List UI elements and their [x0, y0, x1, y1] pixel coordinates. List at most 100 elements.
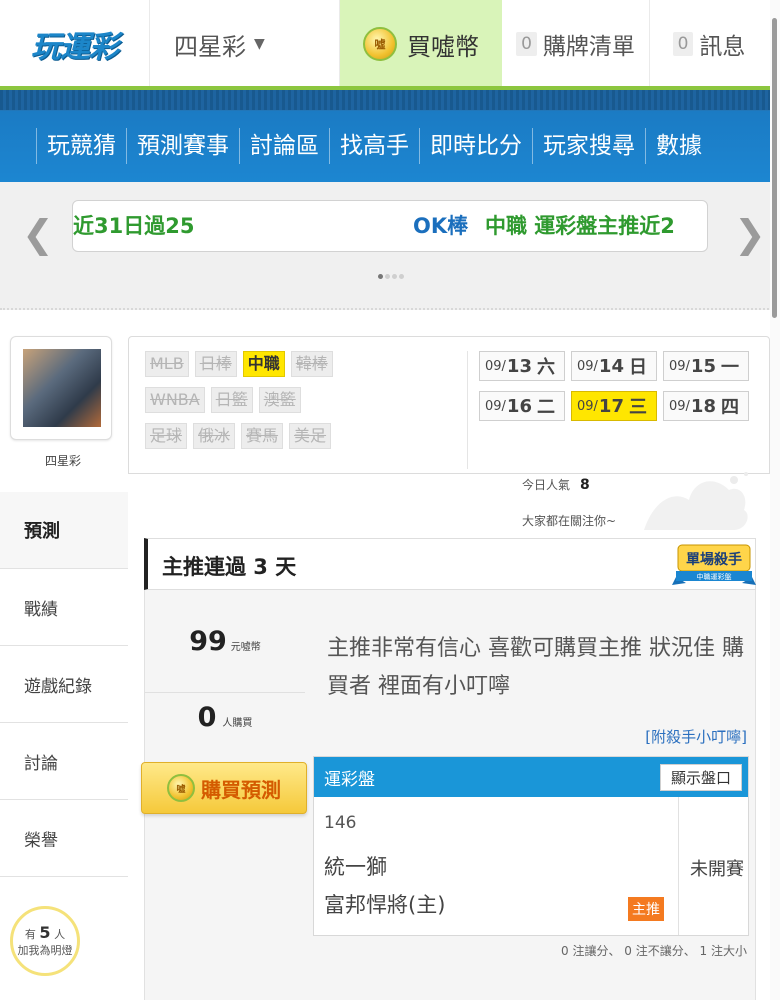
cart-button[interactable]: 0 購牌清單 — [502, 0, 650, 88]
nav-item-predict[interactable]: 預測賽事 — [126, 128, 239, 164]
carousel-dots — [378, 274, 404, 279]
popularity-subtext: 大家都在關注你~ — [522, 514, 617, 528]
bet-stats: 0 注讓分、 0 注不讓分、 1 注大小 — [561, 944, 747, 958]
nav-item-stats[interactable]: 數據 — [645, 128, 712, 164]
divider — [678, 797, 679, 935]
team-away: 統一獅 — [324, 855, 387, 879]
date-selector: 09/13 六 09/14 日 09/15 一 09/16 二 09/17 三 09/18… — [479, 351, 759, 421]
carousel-dot[interactable] — [378, 274, 383, 279]
coin-icon: 噓 — [167, 774, 195, 802]
single-game-killer-badge-icon: 單場殺手 中職運彩盤 — [672, 544, 756, 585]
date-button[interactable]: 09/13 六 — [479, 351, 565, 381]
buy-prediction-label: 購買預測 — [201, 777, 281, 802]
nav-item-player-search[interactable]: 玩家搜尋 — [532, 128, 645, 164]
date-button[interactable]: 09/15 一 — [663, 351, 749, 381]
show-odds-button[interactable]: 顯示盤口 — [659, 764, 742, 791]
message-count-badge: 0 — [672, 32, 694, 56]
chevron-left-icon[interactable]: ❮ — [22, 212, 54, 256]
killer-tip-link[interactable]: [附殺手小叮嚀] — [645, 726, 747, 747]
sidebar-item-predict[interactable]: 預測 — [0, 492, 128, 569]
buyers-display: 0 人購買 — [145, 702, 305, 733]
league-kbo[interactable]: 韓棒 — [290, 351, 333, 377]
lamp-suffix: 人 — [54, 928, 66, 941]
league-soccer[interactable]: 足球 — [145, 423, 188, 449]
profile-name: 四星彩 — [44, 454, 81, 468]
messages-label: 訊息 — [699, 34, 746, 60]
popularity-stat: 今日人氣 8 — [522, 476, 590, 493]
nav-item-guess[interactable]: 玩競猜 — [36, 128, 126, 164]
ticker-carousel: ❮ 近31日過25 OK棒 中職 運彩盤主推近2 ❯ — [0, 182, 780, 310]
ticker-text-left: 近31日過25 — [73, 214, 195, 238]
game-select-dropdown[interactable]: 四星彩 ▼ — [150, 0, 340, 88]
chevron-right-icon[interactable]: ❯ — [734, 212, 766, 256]
buyers-unit: 人購買 — [222, 718, 253, 729]
pick-table: 運彩盤 顯示盤口 146 統一獅 富邦悍將(主) 主推 未開賽 — [313, 756, 749, 936]
ticker-text-right: 中職 運彩盤主推近2 — [485, 214, 675, 238]
price-value: 99 — [189, 626, 227, 657]
league-cpbl[interactable]: 中職 — [242, 351, 285, 377]
nav-item-experts[interactable]: 找高手 — [329, 128, 419, 164]
divider — [467, 351, 468, 469]
game-status: 未開賽 — [690, 859, 744, 880]
streak-header: 主推連過 3 天 單場殺手 中職運彩盤 — [144, 538, 756, 590]
league-wnba[interactable]: WNBA — [145, 387, 205, 413]
nav-item-live-score[interactable]: 即時比分 — [419, 128, 532, 164]
sidebar-item-record[interactable]: 戰績 — [0, 569, 128, 646]
svg-text:單場殺手: 單場殺手 — [686, 551, 742, 568]
pick-row: 146 統一獅 富邦悍將(主) 主推 未開賽 — [314, 797, 748, 935]
date-button[interactable]: 09/16 二 — [479, 391, 565, 421]
league-australia-basketball[interactable]: 澳籃 — [258, 387, 301, 413]
league-filter: MLB 日棒 中職 韓棒 WNBA 日籃 澳籃 足球 俄冰 賽馬 美足 — [145, 351, 333, 459]
ticker-box[interactable]: 近31日過25 OK棒 中職 運彩盤主推近2 — [72, 200, 708, 252]
nav-item-forum[interactable]: 討論區 — [239, 128, 329, 164]
profile-sidebar: 預測 戰績 遊戲紀錄 討論 榮譽 — [0, 492, 128, 877]
carousel-dot[interactable] — [399, 274, 404, 279]
nav-stripe — [0, 90, 780, 110]
league-horse-racing[interactable]: 賽馬 — [241, 423, 284, 449]
lamp-count: 5 — [39, 923, 51, 942]
league-npb[interactable]: 日棒 — [194, 351, 237, 377]
date-button[interactable]: 09/18 四 — [663, 391, 749, 421]
sidebar-item-honor[interactable]: 榮譽 — [0, 800, 128, 877]
popularity-value: 8 — [580, 477, 590, 493]
main-pick-tag: 主推 — [628, 897, 664, 921]
pick-table-header: 運彩盤 顯示盤口 — [314, 757, 748, 797]
cart-label: 購牌清單 — [542, 34, 635, 60]
cart-count-badge: 0 — [516, 32, 537, 56]
avatar — [23, 349, 101, 427]
lightbulb-follow-badge[interactable]: 有 5 人 加我為明燈 — [10, 906, 80, 976]
lamp-prefix: 有 — [24, 928, 36, 941]
scrollbar-thumb[interactable] — [772, 18, 777, 318]
splash-decoration-icon — [644, 472, 748, 530]
buy-prediction-button[interactable]: 噓 購買預測 — [141, 762, 307, 814]
prediction-description: 主推非常有信心 喜歡可購買主推 狀況佳 購買者 裡面有小叮嚀 — [327, 636, 744, 699]
carousel-dot[interactable] — [385, 274, 390, 279]
buyers-value: 0 — [197, 702, 217, 733]
buy-coin-label: 買噓幣 — [407, 32, 479, 61]
buy-coin-button[interactable]: 噓 買噓幣 — [340, 0, 502, 88]
top-bar: 玩運彩 四星彩 ▼ 噓 買噓幣 0 購牌清單 0 訊息 — [0, 0, 780, 88]
chevron-down-icon: ▼ — [254, 36, 265, 52]
main-nav: 玩競猜 預測賽事 討論區 找高手 即時比分 玩家搜尋 數據 — [0, 90, 780, 182]
league-mlb[interactable]: MLB — [145, 351, 189, 377]
date-button[interactable]: 09/14 日 — [571, 351, 657, 381]
league-american-football[interactable]: 美足 — [289, 423, 332, 449]
avatar-card[interactable] — [10, 336, 112, 440]
game-number: 146 — [324, 813, 357, 833]
popularity-label: 今日人氣 — [522, 478, 571, 492]
divider — [145, 692, 305, 693]
svg-text:中職運彩盤: 中職運彩盤 — [697, 572, 732, 581]
site-logo[interactable]: 玩運彩 — [0, 0, 150, 88]
price-unit: 元噓幣 — [230, 642, 261, 653]
sidebar-item-game-log[interactable]: 遊戲紀錄 — [0, 646, 128, 723]
ticker-text-mid: OK棒 — [413, 214, 469, 238]
carousel-dot[interactable] — [392, 274, 397, 279]
sidebar-item-discussion[interactable]: 討論 — [0, 723, 128, 800]
messages-button[interactable]: 0 訊息 — [650, 0, 768, 88]
league-japan-basketball[interactable]: 日籃 — [210, 387, 253, 413]
game-select-label: 四星彩 — [174, 32, 246, 61]
league-russia-hockey[interactable]: 俄冰 — [193, 423, 236, 449]
date-button-selected[interactable]: 09/17 三 — [571, 391, 657, 421]
coin-icon: 噓 — [363, 27, 397, 61]
lamp-subtext: 加我為明燈 — [17, 944, 73, 957]
